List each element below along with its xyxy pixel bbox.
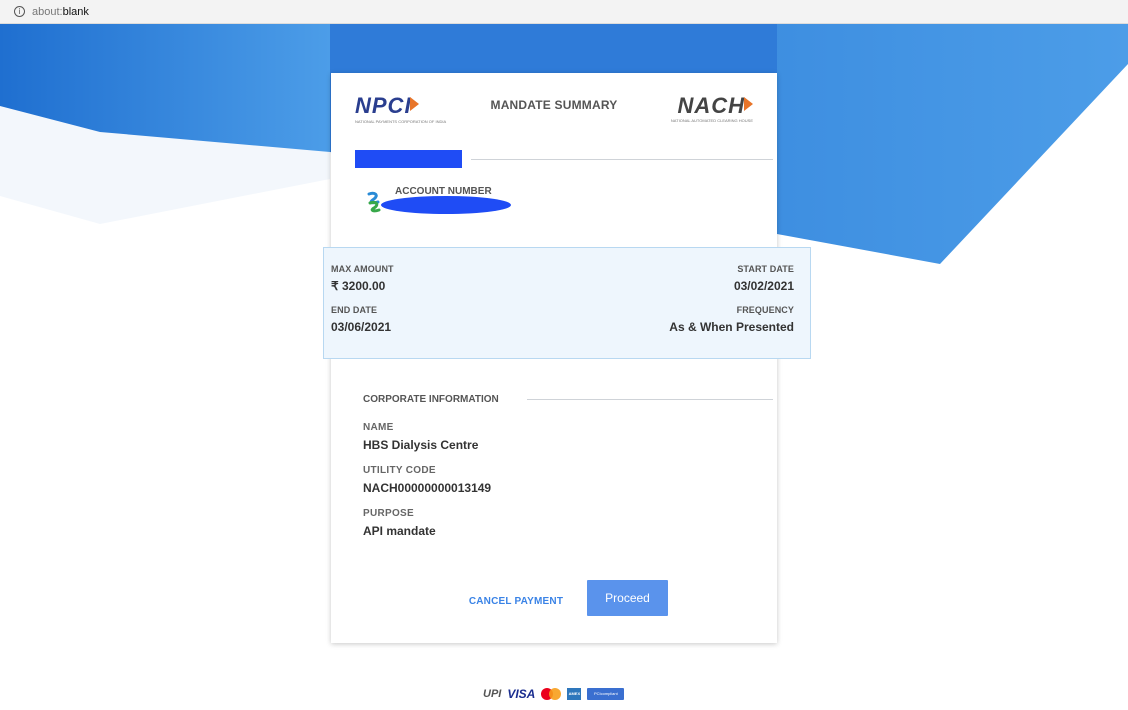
nach-logo: NACH NATIONAL AUTOMATED CLEARING HOUSE: [653, 95, 753, 125]
end-date-value: 03/06/2021: [331, 320, 392, 334]
utility-code-value: NACH00000000013149: [363, 481, 492, 495]
frequency-label: FREQUENCY: [736, 305, 794, 315]
payment-logos: UPI VISA AMEX PCIcompliant: [483, 686, 625, 702]
corporate-name-label: NAME: [363, 422, 394, 433]
url-scheme: about:: [32, 5, 63, 18]
mastercard-logo: [541, 688, 562, 700]
start-date-label: START DATE: [737, 264, 794, 274]
nach-logo-text: NACH: [677, 93, 745, 118]
amex-logo: AMEX: [567, 688, 582, 700]
end-date-label: END DATE: [331, 305, 378, 315]
visa-logo: VISA: [507, 687, 536, 701]
mandate-details-panel: MAX AMOUNT ₹ 3200.00 START DATE 03/02/20…: [323, 247, 811, 359]
browser-address-bar[interactable]: i about: blank: [0, 0, 1128, 24]
purpose-value: API mandate: [363, 524, 436, 538]
corporate-name-value: HBS Dialysis Centre: [363, 438, 479, 452]
nach-arrow-icon: [744, 97, 753, 111]
nach-logo-subtext: NATIONAL AUTOMATED CLEARING HOUSE: [670, 118, 753, 123]
max-amount-value: ₹ 3200.00: [331, 279, 386, 293]
corporate-info-heading: CORPORATE INFORMATION: [363, 394, 499, 405]
utility-code-label: UTILITY CODE: [363, 465, 436, 476]
frequency-value: As & When Presented: [669, 320, 794, 334]
purpose-label: PURPOSE: [363, 508, 415, 519]
info-icon: i: [14, 6, 25, 17]
url-host: blank: [62, 5, 89, 18]
npci-logo-subtext: NATIONAL PAYMENTS CORPORATION OF INDIA: [355, 119, 447, 124]
cancel-payment-button[interactable]: CANCEL PAYMENT: [461, 591, 571, 611]
bank-icon: [367, 191, 381, 213]
upi-logo: UPI: [483, 688, 502, 700]
account-number-redacted: [381, 196, 511, 214]
divider: [527, 399, 773, 400]
max-amount-label: MAX AMOUNT: [331, 264, 394, 274]
divider: [471, 159, 773, 160]
proceed-button[interactable]: Proceed: [587, 580, 668, 616]
account-holder-redacted: [355, 150, 462, 168]
pci-compliant-logo: PCIcompliant: [587, 688, 625, 700]
start-date-value: 03/02/2021: [733, 279, 794, 293]
